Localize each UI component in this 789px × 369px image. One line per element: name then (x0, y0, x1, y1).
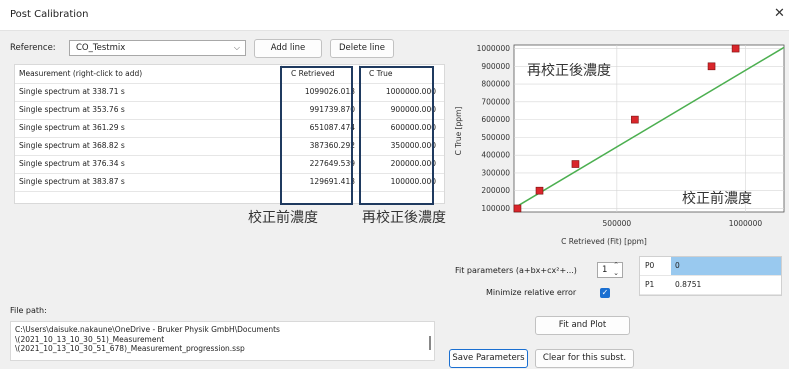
scrollbar[interactable] (429, 336, 431, 350)
retrieved-annotation: 校正前濃度 (248, 210, 318, 226)
data-point (707, 62, 716, 71)
parameter-row[interactable]: P0 0 (640, 257, 781, 276)
table-empty-area (14, 240, 445, 290)
measurement-cell: Single spectrum at 383.87 s (19, 173, 282, 191)
column-header-measurement[interactable]: Measurement (right-click to add) (19, 65, 282, 83)
y-tick-label: 700000 (481, 97, 510, 106)
y-tick-label: 200000 (481, 186, 510, 195)
y-tick-labels: 100000 200000 300000 400000 500000 600000 7000… (477, 44, 511, 213)
chart-y-annotation: 再校正後濃度 (527, 63, 611, 79)
add-line-button[interactable]: Add line (254, 39, 322, 58)
data-point (631, 115, 639, 124)
x-axis-label: C Retrieved (Fit) [ppm] (561, 237, 647, 246)
minimize-checkbox[interactable]: ✓ (600, 288, 610, 298)
y-axis-label: C True [ppm] (454, 107, 463, 156)
file-path-line: \(2021_10_13_10_30_51)_Measurement (15, 334, 165, 344)
measurement-cell: Single spectrum at 368.82 s (19, 137, 282, 155)
y-tick-label: 900000 (481, 62, 510, 71)
y-tick-label: 300000 (481, 168, 510, 177)
fit-and-plot-button[interactable]: Fit and Plot (535, 316, 630, 335)
chart-x-annotation: 校正前濃度 (682, 191, 752, 207)
y-tick-label: 500000 (481, 133, 510, 142)
delete-line-button[interactable]: Delete line (330, 39, 394, 58)
measurement-cell: Single spectrum at 361.29 s (19, 119, 282, 137)
file-path-field[interactable]: C:\Users\daisuke.nakaune\OneDrive - Bruk… (10, 321, 435, 361)
fit-params-label: Fit parameters (a+bx+cx²+...) (455, 266, 577, 275)
y-tick-label: 600000 (481, 115, 510, 124)
parameter-value[interactable]: 0.8751 (671, 276, 781, 294)
x-tick-label: 500000 (603, 219, 632, 228)
parameter-value[interactable]: 0 (671, 257, 781, 275)
clear-substance-button[interactable]: Clear for this subst. (535, 349, 634, 368)
save-parameters-button[interactable]: Save Parameters (449, 349, 528, 368)
chevron-down-icon: ⌵ (233, 43, 240, 52)
true-annotation: 再校正後濃度 (362, 210, 446, 226)
reference-label: Reference: (10, 43, 56, 53)
title-bar (0, 0, 789, 31)
measurement-cell: Single spectrum at 353.76 s (19, 101, 282, 119)
file-path-line: \(2021_10_13_10_30_51_678)_Measurement_p… (15, 344, 245, 353)
fit-order-stepper[interactable]: 1 ⌃ ⌄ (597, 261, 623, 278)
window-title: Post Calibration (10, 9, 89, 20)
file-path-label: File path: (10, 306, 47, 315)
true-highlight-box (359, 66, 434, 205)
parameter-name: P0 (645, 261, 655, 270)
y-tick-label: 400000 (481, 151, 510, 160)
reference-select[interactable]: CO_Testmix ⌵ (69, 40, 246, 56)
measurement-cell: Single spectrum at 376.34 s (19, 155, 282, 173)
parameter-row[interactable]: P1 0.8751 (640, 276, 781, 295)
file-path-line: C:\Users\daisuke.nakaune\OneDrive - Bruk… (15, 325, 280, 334)
y-tick-label: 1000000 (477, 44, 511, 53)
minimize-label: Minimize relative error (486, 288, 577, 297)
x-tick-label: 1000000 (729, 219, 763, 228)
calibration-chart: 100000 200000 300000 400000 500000 600000 7000… (454, 44, 785, 246)
data-point (513, 204, 522, 213)
reference-value: CO_Testmix (76, 43, 126, 53)
parameter-name: P1 (645, 280, 655, 289)
y-tick-label: 100000 (481, 204, 510, 213)
stepper-arrows-icon[interactable]: ⌃ ⌄ (613, 261, 619, 277)
y-tick-label: 800000 (481, 80, 510, 89)
retrieved-highlight-box (280, 66, 353, 205)
measurement-cell: Single spectrum at 338.71 s (19, 83, 282, 101)
fit-parameter-table[interactable]: P0 0 P1 0.8751 (639, 256, 782, 296)
data-point (535, 186, 544, 195)
x-tick-labels: 500000 1000000 (603, 219, 763, 228)
close-icon[interactable]: ✕ (774, 6, 785, 21)
data-point (731, 44, 740, 53)
fit-order-value: 1 (602, 265, 608, 275)
data-point (571, 160, 580, 168)
